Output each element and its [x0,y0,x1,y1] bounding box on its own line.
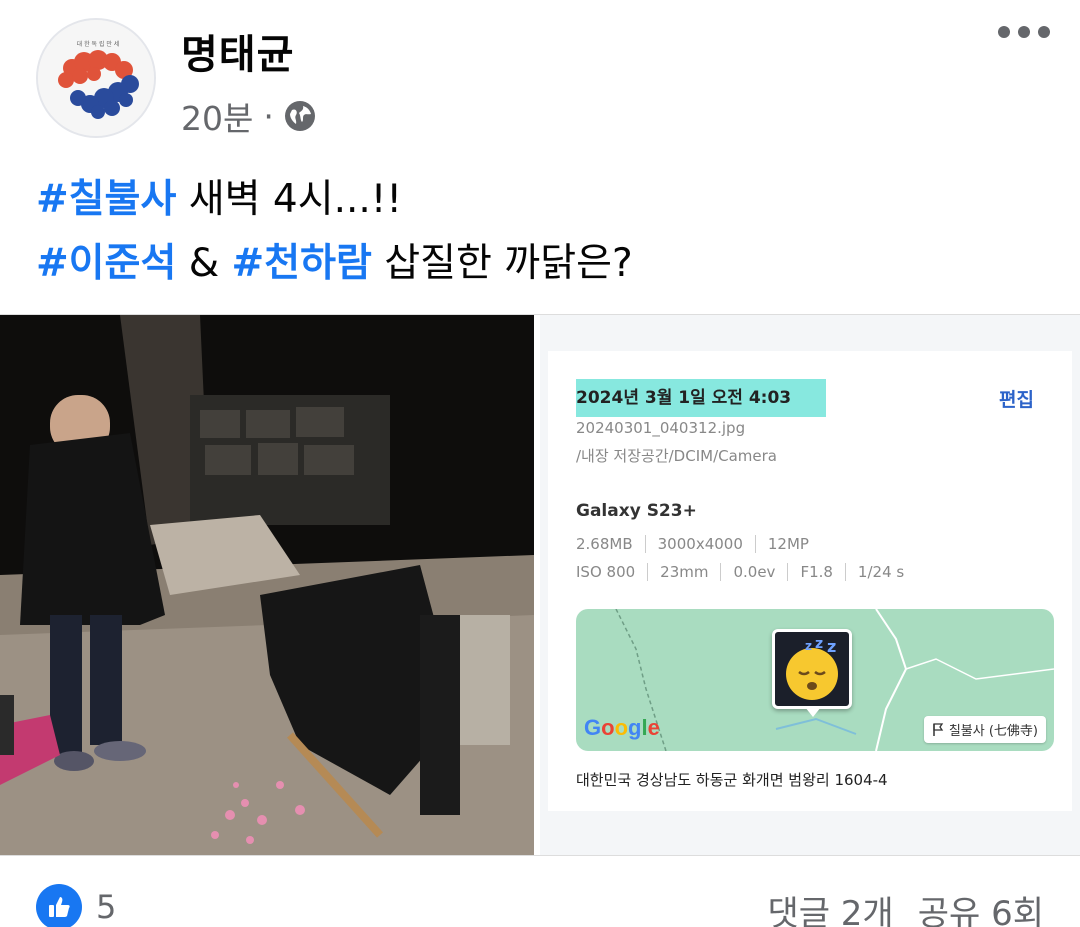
author-name[interactable]: 명태균 [181,22,294,80]
post-line-1-text: 새벽 4시...!! [176,177,403,222]
spec-shutter: 1/24 s [844,563,916,581]
hashtag-lee-junseok[interactable]: #이준석 [36,241,176,286]
post-line-1: #칠불사 새벽 4시...!! [36,168,633,232]
post-time[interactable]: 20분 [181,92,253,140]
sleeping-emoji-icon: z z z [786,636,838,700]
like-reaction-icon[interactable] [36,884,82,927]
spec-focal-length: 23mm [647,563,720,581]
device-name: Galaxy S23+ [576,501,697,521]
thumbs-up-icon [49,897,70,917]
post-text: #칠불사 새벽 4시...!! #이준석 & #천하람 삽질한 까닭은? [36,168,633,296]
photo-details-card: 2024년 3월 1일 오전 4:03 편집 20240301_040312.j… [548,351,1072,811]
edit-button[interactable]: 편집 [999,385,1034,412]
map-pin-tail [805,707,821,717]
place-name: 칠불사 (七佛寺) [948,724,1038,739]
post-footer: 5 댓글 2개 공유 6회 [0,870,1080,927]
hashtag-cheon-haram[interactable]: #천하람 [232,241,372,286]
post-line-2: #이준석 & #천하람 삽질한 까닭은? [36,232,633,296]
place-label[interactable]: 칠불사 (七佛寺) [923,716,1046,743]
specs-row-1: 2.68MB 3000x4000 12MP [576,535,821,553]
spec-filesize: 2.68MB [576,535,633,553]
specs-row-2: ISO 800 23mm 0.0ev F1.8 1/24 s [576,563,916,581]
comments-count[interactable]: 댓글 2개 [767,886,893,927]
ampersand: & [176,241,232,286]
profile-avatar[interactable]: 대 한 독 립 만 세 [36,18,156,138]
more-dot [998,26,1010,38]
photo-info-screenshot[interactable]: 2024년 3월 1일 오전 4:03 편집 20240301_040312.j… [540,315,1080,855]
spec-megapixels: 12MP [754,535,821,553]
post-media: 2024년 3월 1일 오전 4:03 편집 20240301_040312.j… [0,314,1080,856]
location-map[interactable]: Google z z z 칠불사 (七佛寺) [576,609,1054,751]
svg-text:z: z [815,636,823,652]
spec-iso: ISO 800 [576,563,636,581]
meta-separator: · [263,96,274,136]
photo-address: 대한민국 경상남도 하동군 화개면 범왕리 1604-4 [576,771,888,789]
photo-path: /내장 저장공간/DCIM/Camera [576,447,777,465]
post-stats: 댓글 2개 공유 6회 [767,886,1044,927]
more-options-icon[interactable] [998,26,1050,38]
svg-text:대 한 독 립 만 세: 대 한 독 립 만 세 [77,40,120,48]
photo-date: 2024년 3월 1일 오전 4:03 [576,388,792,408]
taegeuk-flowers-image: 대 한 독 립 만 세 [38,20,154,136]
photo-filename: 20240301_040312.jpg [576,419,746,437]
flag-icon [933,722,944,736]
svg-text:z: z [827,637,836,656]
spec-exposure: 0.0ev [720,563,787,581]
google-logo: Google [584,715,660,740]
night-photo[interactable] [0,315,534,855]
more-dot [1038,26,1050,38]
like-count[interactable]: 5 [96,888,116,926]
shares-count[interactable]: 공유 6회 [918,886,1044,927]
spec-resolution: 3000x4000 [644,535,755,553]
more-dot [1018,26,1030,38]
globe-icon[interactable] [284,100,316,132]
hashtag-chilbulsa[interactable]: #칠불사 [36,177,176,222]
svg-text:z: z [805,639,812,653]
post-line-2-text: 삽질한 까닭은? [371,241,633,286]
sleeping-face-thumbnail: z z z [772,629,852,709]
spec-aperture: F1.8 [787,563,844,581]
night-scene-image [0,315,534,855]
post-meta: 20분 · [181,92,316,140]
